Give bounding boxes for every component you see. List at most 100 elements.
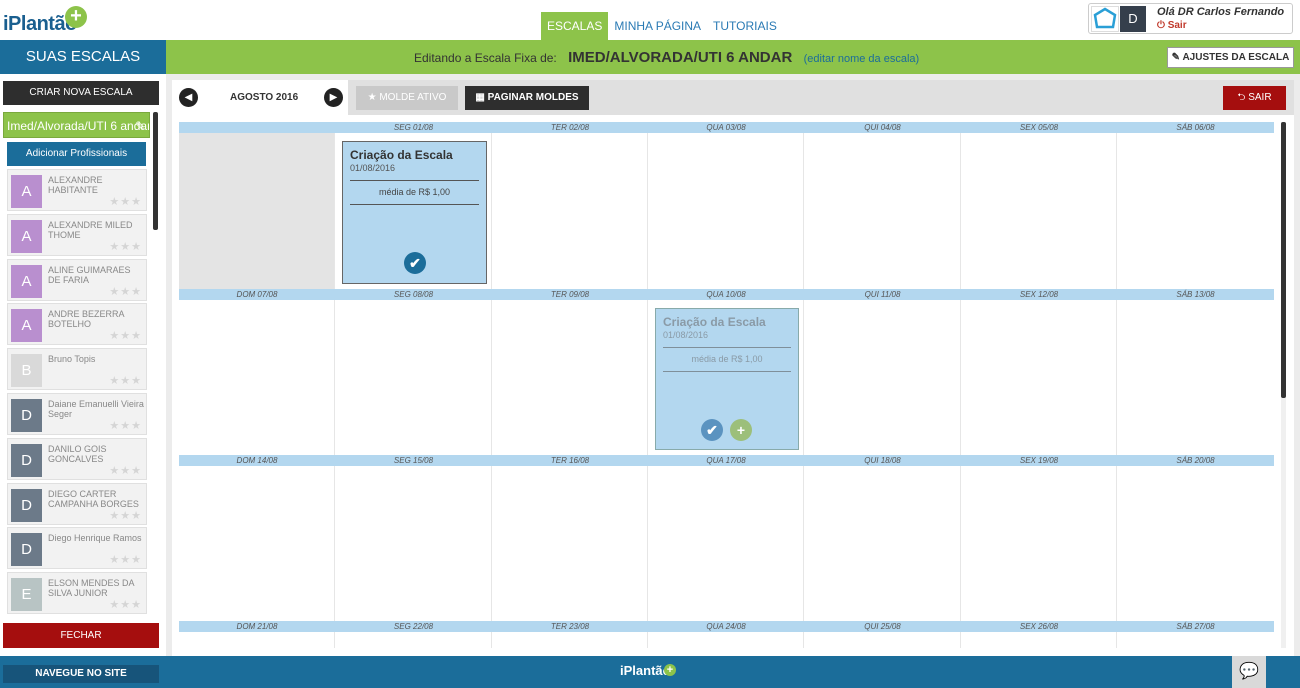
current-scale-item[interactable]: Imed/Alvorada/UTI 6 andar ✎: [3, 112, 150, 138]
day-cell[interactable]: [804, 466, 961, 621]
paginate-templates-button[interactable]: ▦ PAGINAR MOLDES: [465, 86, 589, 110]
close-button[interactable]: FECHAR: [3, 623, 159, 648]
logout-link[interactable]: ⏻ Sair: [1157, 20, 1187, 31]
professional-item[interactable]: B Bruno Topis ★★★: [7, 348, 147, 391]
divider: [350, 180, 479, 181]
edit-scale-name-link[interactable]: (editar nome da escala): [804, 53, 920, 65]
day-label: QUA 17/08: [706, 456, 746, 465]
day-label: [179, 122, 335, 133]
active-template-button[interactable]: ★ MOLDE ATIVO: [356, 86, 458, 110]
chevron-right-icon[interactable]: ▶: [324, 88, 343, 107]
day-label: QUI 25/08: [864, 622, 901, 631]
day-label: SEG 08/08: [393, 290, 434, 299]
professional-item[interactable]: A ALEXANDRE MILED THOME ★★★: [7, 213, 147, 256]
day-cell[interactable]: [1117, 133, 1274, 289]
day-cell[interactable]: [804, 300, 961, 455]
rating-stars-icon: ★★★: [109, 464, 142, 477]
day-label: SEX 19/08: [1019, 456, 1059, 465]
day-cell[interactable]: [335, 300, 492, 455]
chat-icon[interactable]: 💬: [1232, 656, 1266, 688]
day-cell[interactable]: [492, 632, 648, 648]
day-cell[interactable]: [492, 466, 648, 621]
day-cell[interactable]: [1117, 632, 1274, 648]
day-label: SEX 05/08: [1019, 123, 1059, 132]
scale-settings-label: AJUSTES DA ESCALA: [1182, 52, 1290, 63]
main-nav: ESCALAS MINHA PÁGINA TUTORIAIS: [541, 12, 783, 40]
professional-item[interactable]: A ANDRE BEZERRA BOTELHO ★★★: [7, 303, 147, 346]
sidebar-scrollbar[interactable]: [153, 112, 158, 230]
professional-avatar: A: [11, 219, 42, 253]
plus-circle-icon[interactable]: +: [730, 419, 752, 441]
day-cell[interactable]: [961, 632, 1117, 648]
professional-item[interactable]: D DIEGO CARTER CAMPANHA BORGES ★★★: [7, 482, 147, 525]
day-label: TER 23/08: [550, 622, 590, 631]
day-cell[interactable]: [804, 632, 961, 648]
nav-minha-pagina[interactable]: MINHA PÁGINA: [608, 12, 707, 40]
calendar-scrollbar[interactable]: [1281, 122, 1286, 398]
user-box[interactable]: D Olá DR Carlos Fernando ⏻ Sair: [1088, 3, 1293, 34]
day-cell[interactable]: [961, 300, 1117, 455]
professional-item[interactable]: A ALINE GUIMARAES DE FARIA ★★★: [7, 258, 147, 301]
professional-item[interactable]: A ALEXANDRE HABITANTE ★★★: [7, 169, 147, 211]
day-label: TER 09/08: [550, 290, 590, 299]
professionals-list: A ALEXANDRE HABITANTE ★★★ A ALEXANDRE MILED…: [7, 169, 147, 615]
day-label: SEX 12/08: [1019, 290, 1059, 299]
professional-item[interactable]: E ELSON MENDES DA SILVA JUNIOR ★★★: [7, 572, 147, 615]
chevron-left-icon[interactable]: ◀: [179, 88, 198, 107]
day-cell[interactable]: [648, 632, 804, 648]
paginate-templates-label: PAGINAR MOLDES: [487, 92, 579, 103]
day-cell[interactable]: [492, 133, 648, 289]
day-cell[interactable]: [1117, 300, 1274, 455]
shift-card[interactable]: Criação da Escala 01/08/2016 média de R$…: [342, 141, 487, 284]
check-circle-icon[interactable]: ✔: [701, 419, 723, 441]
scale-header-text: Editando a Escala Fixa de: IMED/ALVORADA…: [414, 40, 919, 74]
rating-stars-icon: ★★★: [109, 419, 142, 432]
day-label: QUA 10/08: [706, 290, 746, 299]
day-cell[interactable]: [961, 133, 1117, 289]
check-circle-icon[interactable]: ✔: [404, 252, 426, 274]
day-cell[interactable]: [179, 300, 335, 455]
day-cell[interactable]: [335, 632, 492, 648]
browse-site-button[interactable]: NAVEGUE NO SITE: [3, 665, 159, 683]
rating-stars-icon: ★★★: [109, 599, 142, 612]
add-professionals-button[interactable]: Adicionar Profissionais: [7, 142, 146, 166]
nav-tutoriais[interactable]: TUTORIAIS: [707, 12, 783, 40]
day-cell[interactable]: [961, 466, 1117, 621]
professional-item[interactable]: D Diego Henrique Ramos ★★★: [7, 527, 147, 570]
day-label: SEG 01/08: [393, 123, 434, 132]
shift-card-date: 01/08/2016: [350, 163, 396, 173]
day-label: DOM 14/08: [236, 456, 278, 465]
exit-label: SAIR: [1248, 92, 1272, 103]
user-badge-icon: [1091, 6, 1119, 32]
day-cell[interactable]: [804, 133, 961, 289]
month-label: AGOSTO 2016: [230, 92, 299, 103]
day-cell[interactable]: [492, 300, 648, 455]
pencil-icon[interactable]: ✎: [135, 113, 145, 137]
day-cell[interactable]: [1117, 466, 1274, 621]
scale-name: IMED/ALVORADA/UTI 6 ANDAR: [568, 49, 793, 66]
day-cell[interactable]: [648, 466, 804, 621]
nav-escalas[interactable]: ESCALAS: [541, 12, 609, 40]
professional-item[interactable]: D DANILO GOIS GONCALVES ★★★: [7, 437, 147, 480]
day-cell[interactable]: [335, 466, 492, 621]
shift-card[interactable]: Criação da Escala 01/08/2016 média de R$…: [655, 308, 799, 450]
professional-name: Daiane Emanuelli Vieira Seger: [48, 398, 144, 419]
iplantao-logo[interactable]: iPlantão +: [3, 6, 87, 36]
professional-item[interactable]: D Daiane Emanuelli Vieira Seger ★★★: [7, 392, 147, 435]
professional-avatar: D: [11, 398, 42, 432]
rating-stars-icon: ★★★: [109, 330, 142, 343]
reply-arrow-icon: ⮌: [1237, 92, 1249, 103]
shift-card-title: Criação da Escala: [350, 148, 453, 162]
day-cell[interactable]: [179, 466, 335, 621]
day-cell[interactable]: [179, 632, 335, 648]
day-label: DOM 21/08: [236, 622, 278, 631]
day-label: QUI 18/08: [864, 456, 901, 465]
scale-settings-button[interactable]: ✎ AJUSTES DA ESCALA: [1167, 47, 1294, 68]
day-cell[interactable]: [648, 133, 804, 289]
exit-button[interactable]: ⮌ SAIR: [1223, 86, 1286, 110]
shift-card-average: média de R$ 1,00: [691, 354, 763, 364]
day-label: SÁB 27/08: [1176, 622, 1215, 631]
create-scale-button[interactable]: CRIAR NOVA ESCALA: [3, 81, 159, 105]
day-label: SÁB 06/08: [1176, 123, 1215, 132]
day-label: DOM 07/08: [236, 290, 278, 299]
